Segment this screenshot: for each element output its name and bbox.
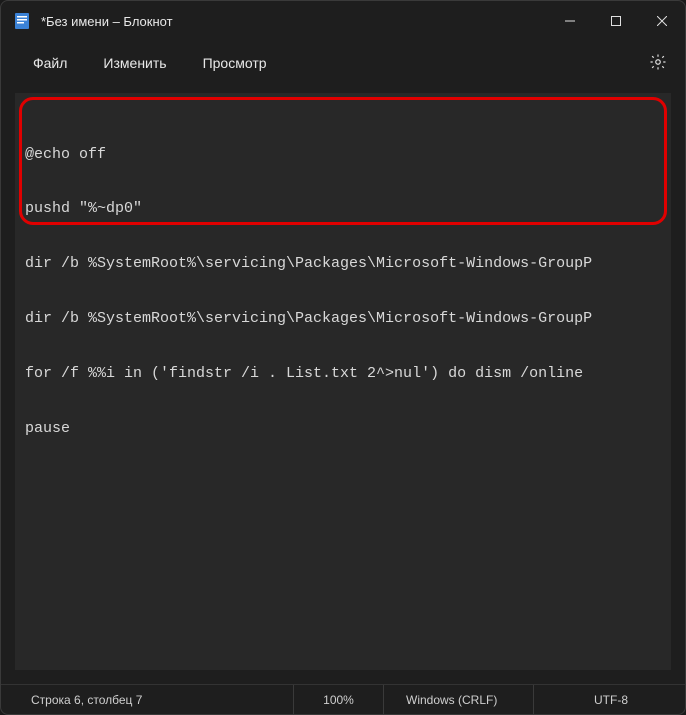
status-zoom[interactable]: 100%: [293, 685, 383, 714]
status-encoding: UTF-8: [533, 685, 673, 714]
editor-container: @echo off pushd "%~dp0" dir /b %SystemRo…: [1, 85, 685, 684]
close-button[interactable]: [639, 1, 685, 41]
notepad-icon: [13, 12, 31, 30]
window-title: *Без имени – Блокнот: [41, 14, 547, 29]
code-line: pushd "%~dp0": [25, 200, 665, 218]
menu-edit[interactable]: Изменить: [89, 49, 180, 77]
menu-view[interactable]: Просмотр: [189, 49, 281, 77]
minimize-button[interactable]: [547, 1, 593, 41]
code-content: @echo off pushd "%~dp0" dir /b %SystemRo…: [15, 93, 671, 481]
status-cursor-position: Строка 6, столбец 7: [13, 685, 293, 714]
window-controls: [547, 1, 685, 41]
menubar: Файл Изменить Просмотр: [1, 41, 685, 85]
menu-file[interactable]: Файл: [19, 49, 81, 77]
app-window: *Без имени – Блокнот Файл Изменить Просм…: [0, 0, 686, 715]
code-line: dir /b %SystemRoot%\servicing\Packages\M…: [25, 255, 665, 273]
code-line: for /f %%i in ('findstr /i . List.txt 2^…: [25, 365, 665, 383]
maximize-button[interactable]: [593, 1, 639, 41]
code-line: @echo off: [25, 146, 665, 164]
statusbar: Строка 6, столбец 7 100% Windows (CRLF) …: [1, 684, 685, 714]
code-line: dir /b %SystemRoot%\servicing\Packages\M…: [25, 310, 665, 328]
status-line-ending: Windows (CRLF): [383, 685, 533, 714]
code-line: pause: [25, 420, 665, 438]
text-editor[interactable]: @echo off pushd "%~dp0" dir /b %SystemRo…: [15, 93, 671, 670]
settings-button[interactable]: [639, 47, 677, 80]
titlebar: *Без имени – Блокнот: [1, 1, 685, 41]
